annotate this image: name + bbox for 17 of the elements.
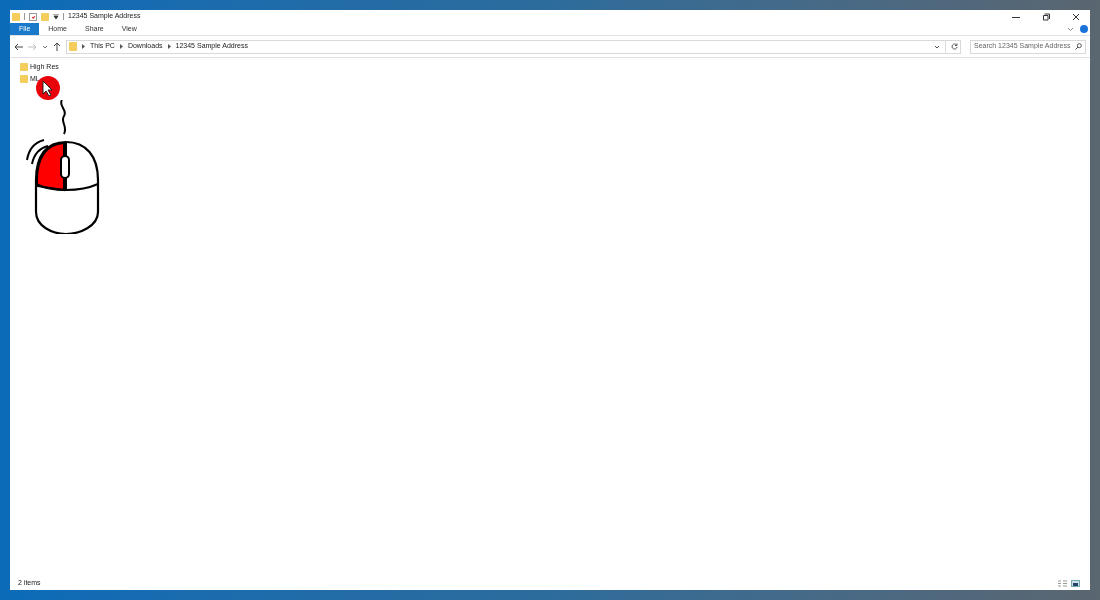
up-arrow-icon[interactable] [53,42,61,51]
restore-icon[interactable] [1042,12,1050,21]
folder-icon [69,42,77,51]
large-icons-view-icon[interactable] [1071,579,1080,587]
close-icon[interactable] [1072,12,1080,21]
help-icon[interactable] [1080,25,1088,33]
recent-locations-icon[interactable] [42,44,48,49]
details-view-icon[interactable] [1058,579,1067,587]
expand-ribbon-icon[interactable] [1067,26,1074,32]
chevron-icon[interactable] [167,44,171,49]
search-icon [1075,43,1082,50]
properties-icon[interactable] [29,12,37,21]
chevron-icon[interactable] [119,44,123,49]
refresh-icon[interactable] [951,43,958,50]
chevron-icon[interactable] [82,44,85,49]
dropdown-arrow-icon[interactable] [53,14,59,19]
back-arrow-icon[interactable] [14,42,23,51]
